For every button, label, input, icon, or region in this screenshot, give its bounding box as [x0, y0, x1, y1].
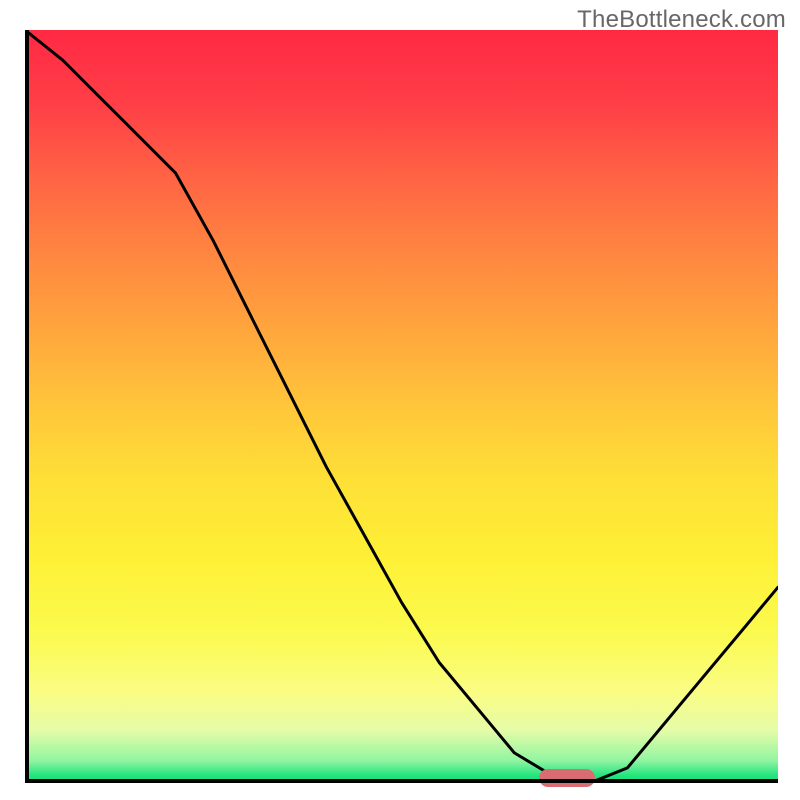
chart-marker	[539, 769, 595, 787]
chart-background	[25, 30, 778, 783]
